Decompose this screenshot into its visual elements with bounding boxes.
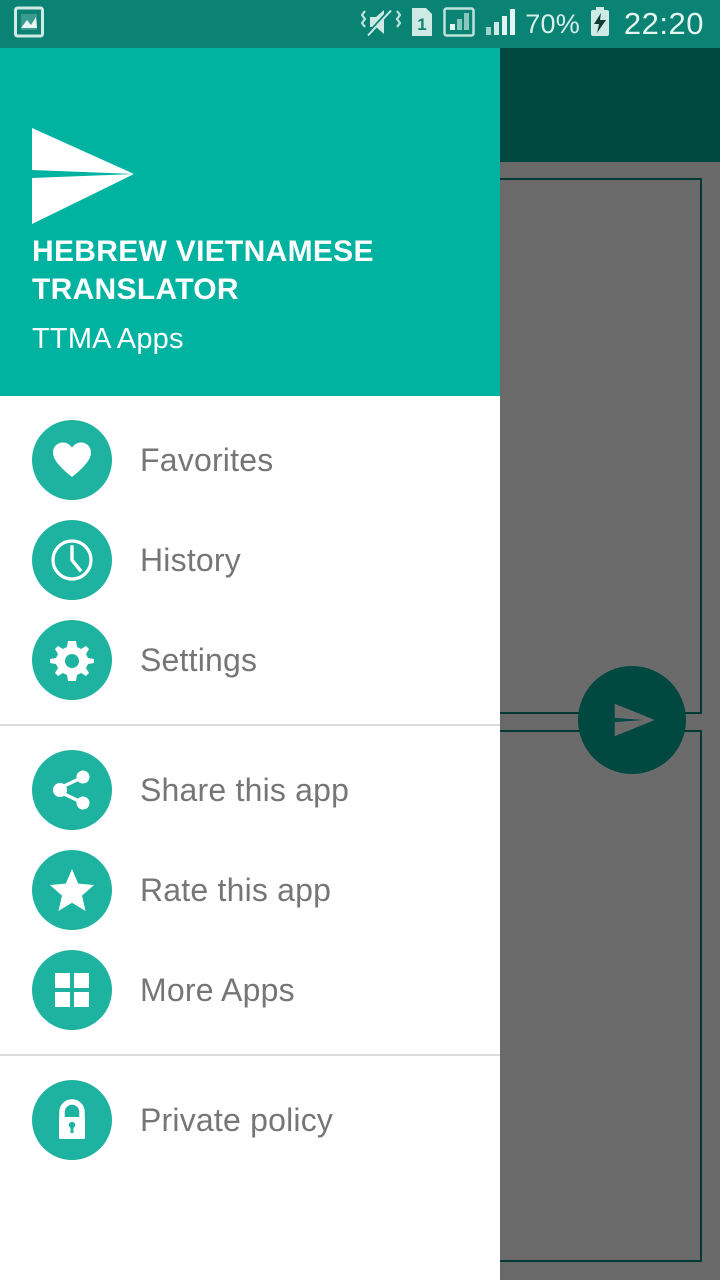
send-arrow-logo-icon: [30, 126, 136, 226]
drawer-app-title: HEBREW VIETNAMESE TRANSLATOR: [32, 235, 374, 306]
sidebar-item-share-this-app[interactable]: Share this app: [0, 740, 500, 840]
sidebar-item-label: Settings: [140, 641, 258, 678]
sidebar-item-rate-this-app[interactable]: Rate this app: [0, 840, 500, 940]
phone-screen: HEBREW VIETNAMESE: [0, 0, 720, 1280]
drawer-app-publisher: TTMA Apps: [32, 323, 184, 355]
heart-icon: [32, 420, 112, 500]
share-icon: [32, 750, 112, 830]
sidebar-item-settings[interactable]: Settings: [0, 610, 500, 710]
status-bar: 1 70% 22:20: [0, 0, 720, 48]
volume-mute-vibrate-icon: [360, 6, 402, 43]
sidebar-item-label: Rate this app: [140, 871, 332, 908]
status-bar-clock: 22:20: [623, 6, 704, 41]
svg-text:1: 1: [418, 15, 427, 34]
sidebar-item-private-policy[interactable]: Private policy: [0, 1070, 500, 1170]
sim-1-icon: 1: [410, 6, 434, 43]
drawer-menu-group-promote: Share this app Rate this app More Apps: [0, 726, 500, 1054]
sidebar-item-history[interactable]: History: [0, 510, 500, 610]
grid-apps-icon: [32, 950, 112, 1030]
sidebar-item-label: Share this app: [140, 771, 350, 808]
drawer-header: HEBREW VIETNAMESE TRANSLATOR TTMA Apps: [0, 48, 500, 396]
sidebar-item-more-apps[interactable]: More Apps: [0, 940, 500, 1040]
sidebar-item-label: Private policy: [140, 1101, 334, 1138]
sidebar-item-favorites[interactable]: Favorites: [0, 410, 500, 510]
drawer-menu-group-main: Favorites History Settings: [0, 396, 500, 724]
clock-icon: [32, 520, 112, 600]
gear-icon: [32, 620, 112, 700]
sidebar-item-label: More Apps: [140, 971, 295, 1008]
signal-bars-boxed-icon: [443, 6, 476, 43]
lock-icon: [32, 1080, 112, 1160]
photo-gallery-icon: [14, 6, 44, 43]
status-bar-notifications: [0, 6, 44, 43]
signal-bars-icon: [484, 6, 516, 43]
sidebar-item-label: History: [140, 541, 241, 578]
battery-percent-label: 70%: [525, 8, 580, 39]
drawer-menu-group-legal: Private policy: [0, 1056, 500, 1184]
sidebar-item-label: Favorites: [140, 441, 274, 478]
navigation-drawer: HEBREW VIETNAMESE TRANSLATOR TTMA Apps F…: [0, 48, 500, 1280]
battery-charging-icon: [589, 6, 611, 43]
star-icon: [32, 850, 112, 930]
status-bar-indicators: 1 70% 22:20: [360, 6, 720, 43]
